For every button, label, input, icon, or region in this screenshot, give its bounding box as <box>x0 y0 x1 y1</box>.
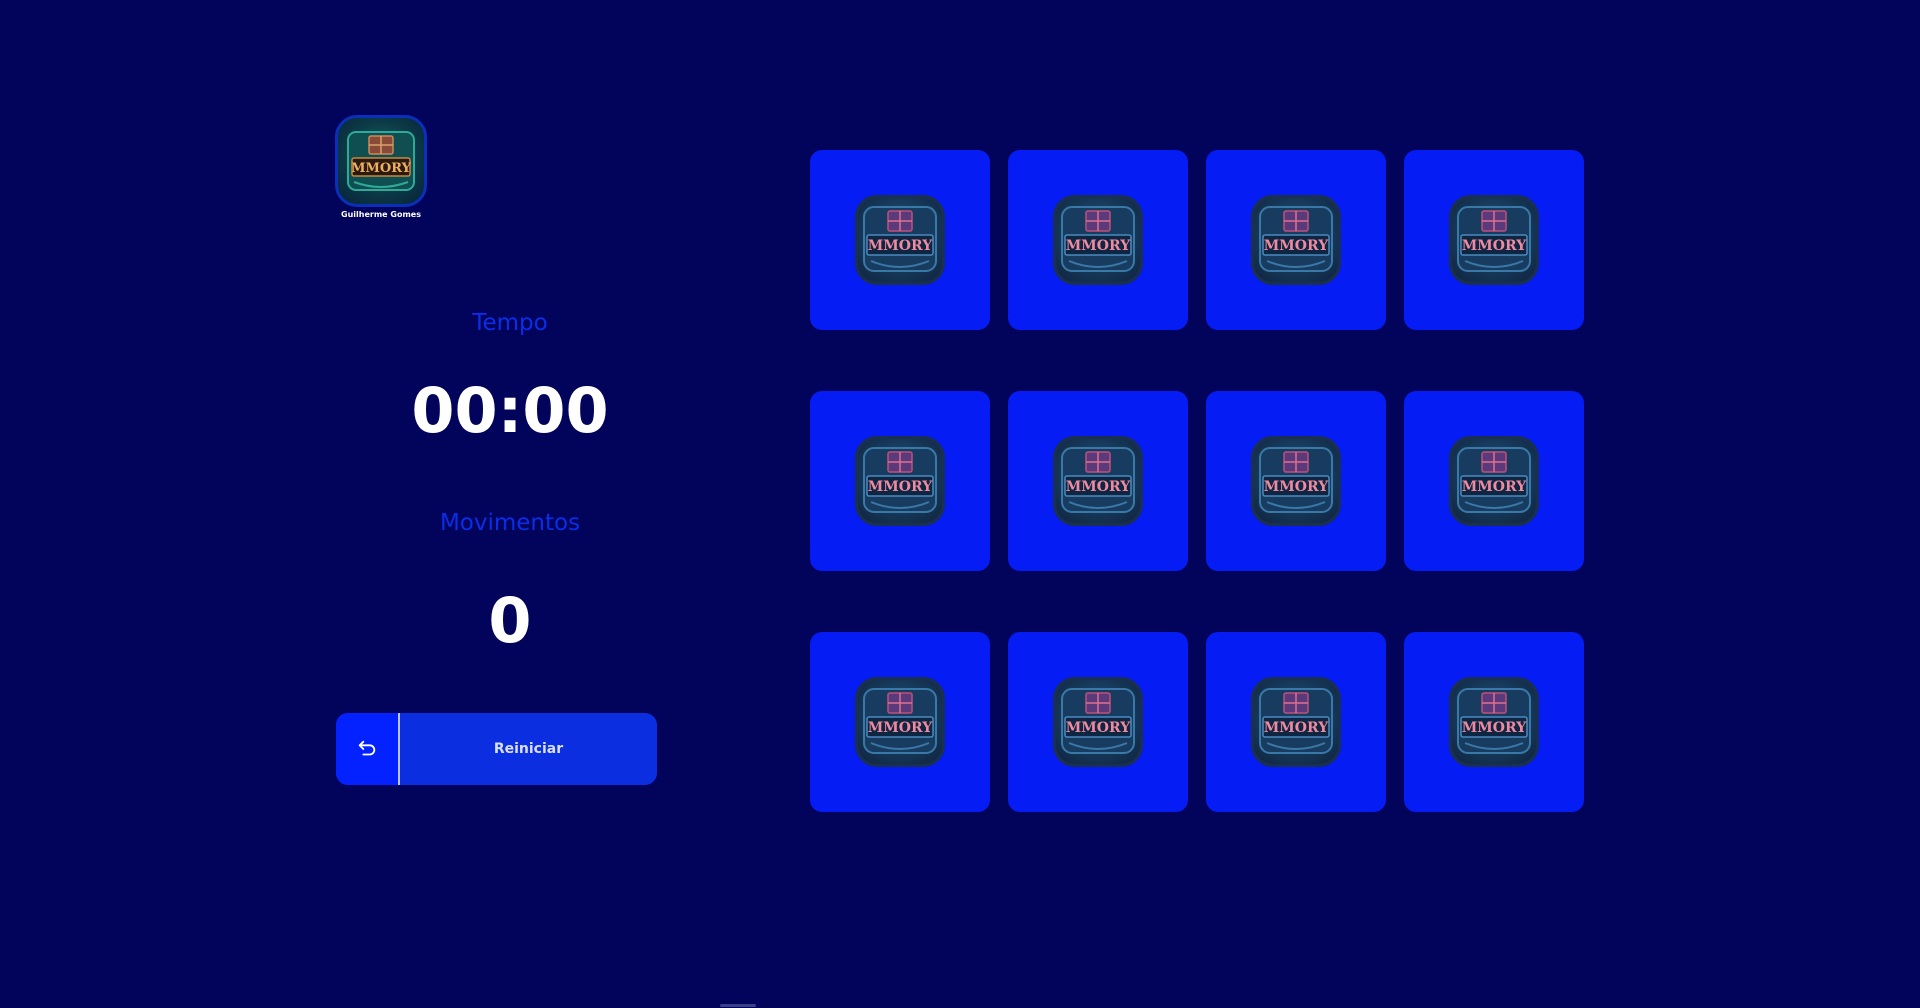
treasure-chest-icon: MMORY <box>863 447 937 513</box>
treasure-chest-icon: MMORY <box>1061 206 1135 272</box>
card-emblem: MMORY <box>1449 195 1539 285</box>
card-emblem: MMORY <box>1251 195 1341 285</box>
memory-card-4[interactable]: MMORY <box>1404 150 1584 330</box>
memory-card-3[interactable]: MMORY <box>1206 150 1386 330</box>
restart-button[interactable]: Reiniciar <box>336 713 657 785</box>
game-page: MMORY Guilherme Gomes Tempo 00:00 Movime… <box>0 0 1920 1008</box>
card-emblem-text: MMORY <box>1066 479 1131 495</box>
card-emblem: MMORY <box>855 195 945 285</box>
card-emblem: MMORY <box>1053 436 1143 526</box>
memory-card-8[interactable]: MMORY <box>1404 391 1584 571</box>
memory-card-6[interactable]: MMORY <box>1008 391 1188 571</box>
card-emblem: MMORY <box>1251 677 1341 767</box>
memory-card-7[interactable]: MMORY <box>1206 391 1386 571</box>
logo-text: MMORY <box>351 161 412 176</box>
memory-card-12[interactable]: MMORY <box>1404 632 1584 812</box>
author-name: Guilherme Gomes <box>341 210 421 219</box>
card-emblem-text: MMORY <box>1264 479 1329 495</box>
time-value: 00:00 <box>411 374 609 447</box>
moves-value: 0 <box>488 584 532 657</box>
moves-label: Movimentos <box>439 510 581 536</box>
treasure-chest-icon: MMORY <box>1061 447 1135 513</box>
treasure-chest-icon: MMORY <box>863 688 937 754</box>
card-emblem-text: MMORY <box>1462 720 1527 736</box>
treasure-chest-icon: MMORY <box>1061 688 1135 754</box>
treasure-chest-icon: MMORY <box>1259 206 1333 272</box>
card-emblem: MMORY <box>1053 195 1143 285</box>
restart-icon-area[interactable] <box>336 713 400 785</box>
card-emblem: MMORY <box>1449 436 1539 526</box>
card-emblem: MMORY <box>1251 436 1341 526</box>
treasure-chest-icon: MMORY <box>1457 447 1531 513</box>
card-emblem-text: MMORY <box>868 720 933 736</box>
scroll-handle <box>720 1004 756 1007</box>
card-emblem-text: MMORY <box>1066 720 1131 736</box>
treasure-chest-icon: MMORY <box>1457 688 1531 754</box>
memory-card-5[interactable]: MMORY <box>810 391 990 571</box>
card-emblem-text: MMORY <box>868 238 933 254</box>
card-emblem-text: MMORY <box>1462 238 1527 254</box>
card-emblem-text: MMORY <box>1264 238 1329 254</box>
logo-badge: MMORY <box>335 115 427 207</box>
logo: MMORY Guilherme Gomes <box>333 115 429 219</box>
restart-label: Reiniciar <box>493 741 564 757</box>
card-emblem: MMORY <box>855 677 945 767</box>
memory-card-1[interactable]: MMORY <box>810 150 990 330</box>
undo-arrow-icon <box>358 740 376 756</box>
card-emblem-text: MMORY <box>1462 479 1527 495</box>
memory-card-11[interactable]: MMORY <box>1206 632 1386 812</box>
treasure-chest-icon: MMORY <box>863 206 937 272</box>
card-emblem-text: MMORY <box>868 479 933 495</box>
card-grid: MMORY MMORY MMORY MMORY MMORY MMORY MMOR… <box>810 150 1584 812</box>
card-emblem: MMORY <box>1053 677 1143 767</box>
treasure-chest-icon: MMORY <box>1259 447 1333 513</box>
card-emblem: MMORY <box>1449 677 1539 767</box>
treasure-chest-icon: MMORY <box>1259 688 1333 754</box>
time-label: Tempo <box>472 310 548 336</box>
card-emblem: MMORY <box>855 436 945 526</box>
treasure-chest-icon: MMORY <box>1457 206 1531 272</box>
treasure-chest-icon: MMORY <box>347 131 415 191</box>
card-emblem-text: MMORY <box>1264 720 1329 736</box>
memory-card-9[interactable]: MMORY <box>810 632 990 812</box>
memory-card-10[interactable]: MMORY <box>1008 632 1188 812</box>
card-emblem-text: MMORY <box>1066 238 1131 254</box>
memory-card-2[interactable]: MMORY <box>1008 150 1188 330</box>
